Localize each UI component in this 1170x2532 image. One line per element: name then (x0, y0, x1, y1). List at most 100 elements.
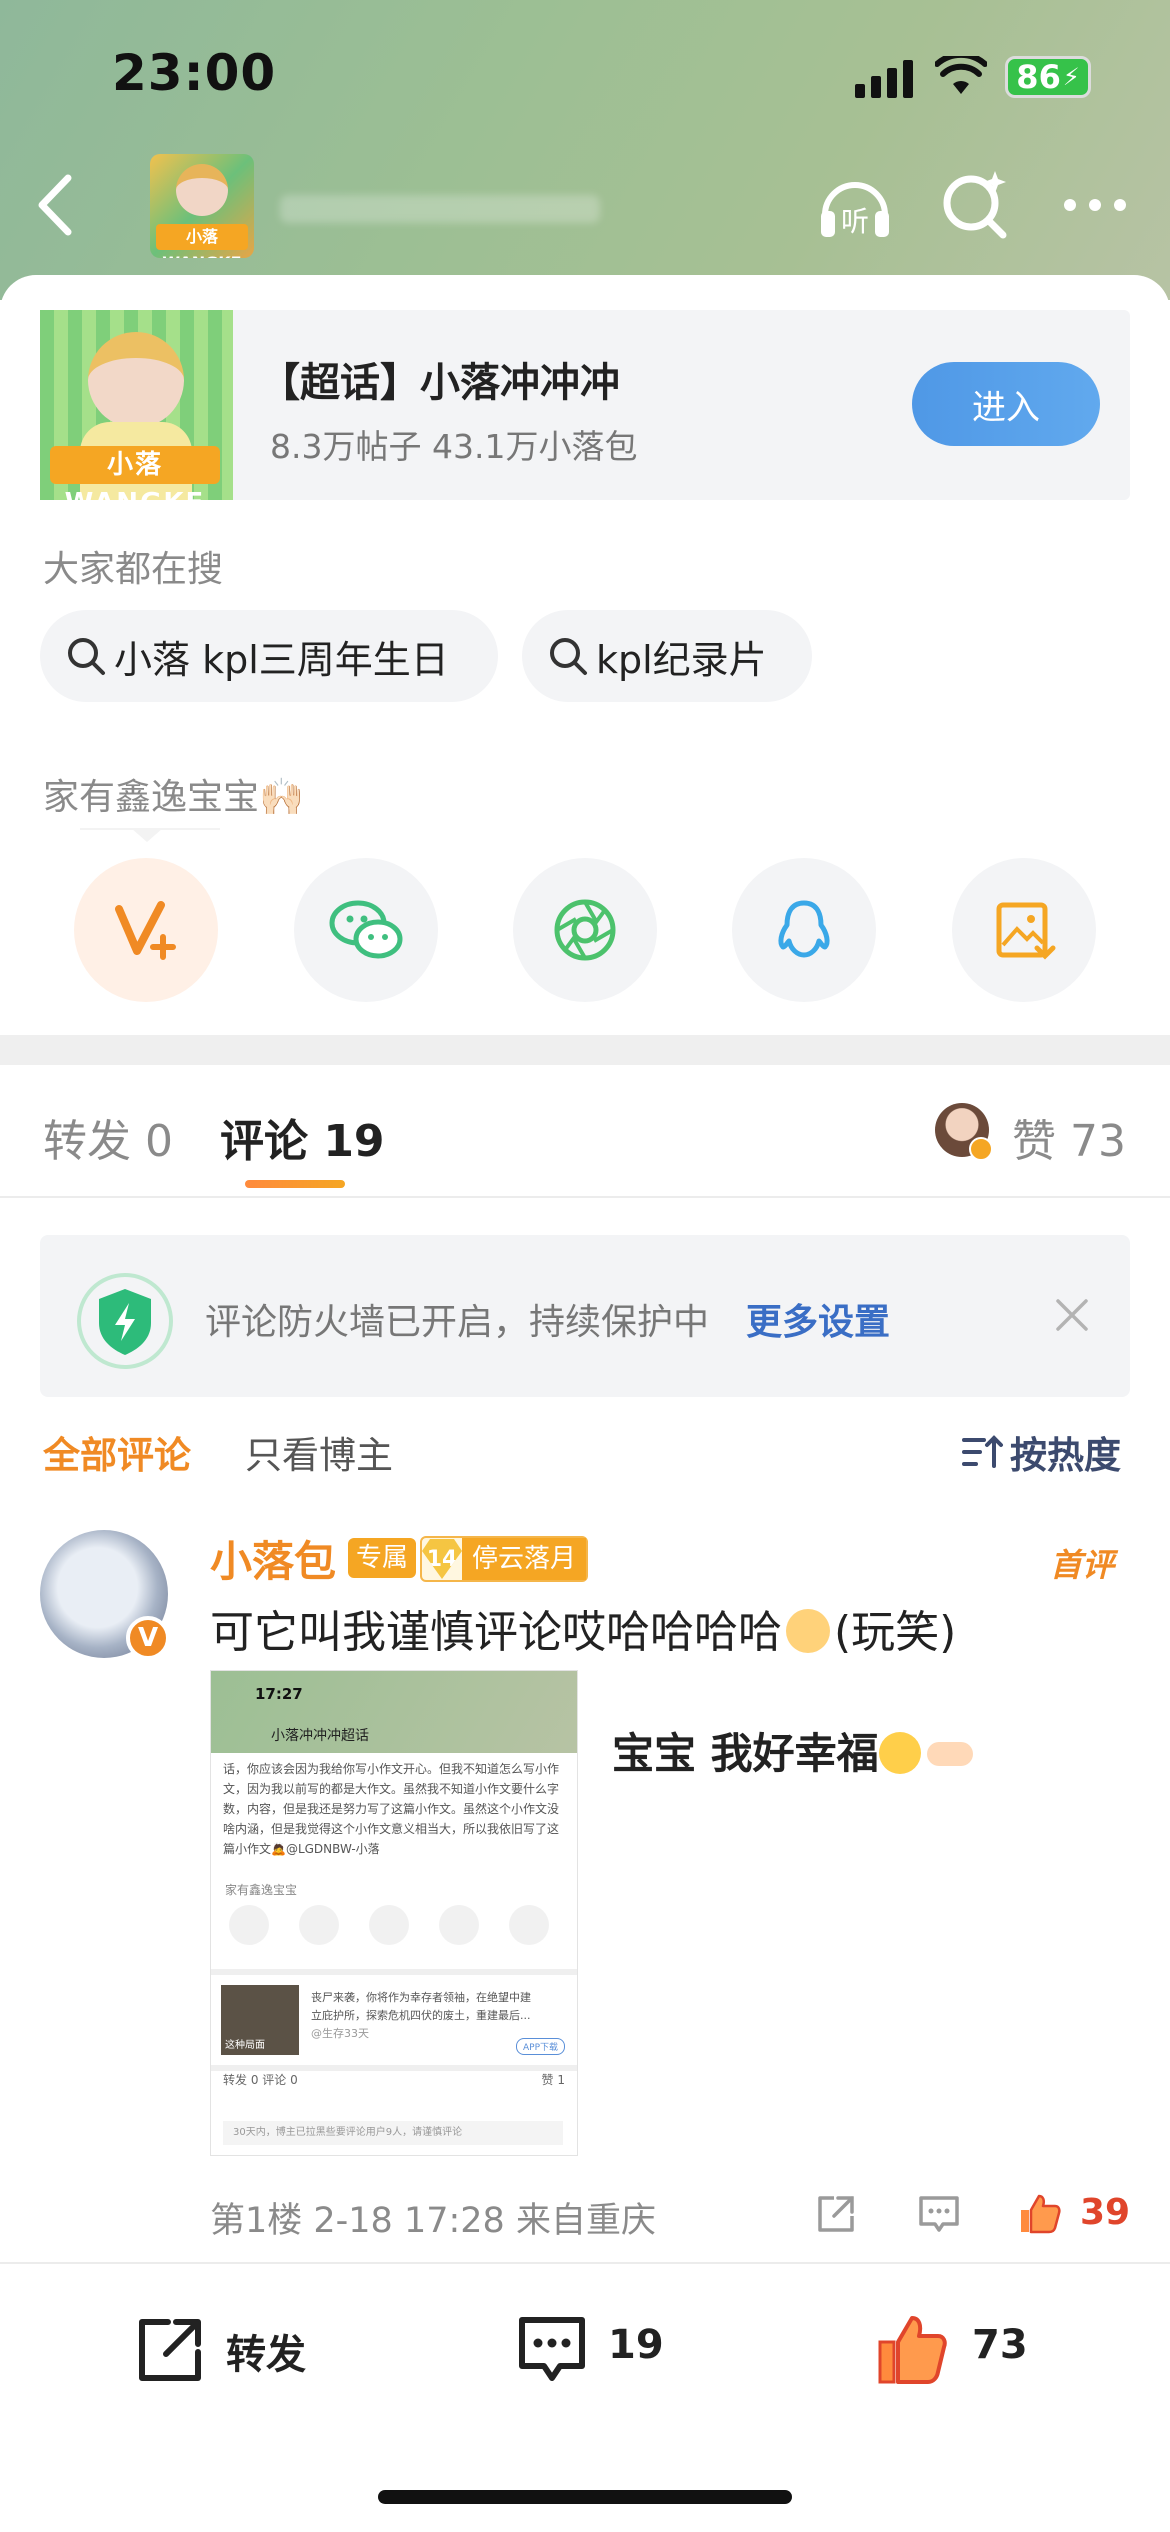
screenshot-ad-label: 这种局面 (225, 2040, 265, 2051)
share-qq-button[interactable] (732, 858, 876, 1002)
search-chip-label: kpl纪录片 (596, 637, 767, 682)
share-external-icon[interactable] (812, 2190, 860, 2238)
cellular-signal-icon (855, 60, 913, 98)
screenshot-share-icon (369, 1905, 409, 1945)
reply-icon[interactable] (915, 2190, 963, 2238)
search-icon (68, 638, 105, 675)
thumbs-up-icon[interactable] (1015, 2190, 1063, 2238)
screenshot-tabs: 转发 0 评论 0 (223, 2073, 298, 2087)
avatar-face (176, 164, 228, 216)
first-comment-badge: 首评 (1050, 1546, 1115, 1584)
screenshot-share-icon (229, 1905, 269, 1945)
supertopic-title: 【超话】小落冲冲冲 (260, 360, 620, 406)
screenshot-ad-text: 丧尸来袭，你将作为幸存者领袖，在绝望中建立庇护所，探索危机四伏的废土，重建最后.… (311, 1989, 531, 2043)
comment-firewall-banner: 评论防火墙已开启，持续保护中 更多设置 (40, 1235, 1130, 1397)
fan-group-badge[interactable]: 14 停云落月 (420, 1536, 589, 1582)
listen-label: 听 (841, 205, 869, 238)
pleading-face-emoji-icon (878, 1732, 921, 1774)
search-icon (550, 638, 587, 675)
moments-icon (554, 899, 616, 961)
filter-all-comments[interactable]: 全部评论 (43, 1425, 191, 1479)
screenshot-paragraph: 话，你应该会因为我给你写小作文开心。但我不知道怎么写小作文，因为我以前写的都是大… (223, 1762, 560, 1856)
close-icon[interactable] (1052, 1295, 1092, 1335)
screenshot-time: 17:27 (255, 1685, 303, 1703)
comment-text: 可它叫我谨慎评论哎哈哈哈哈 (玩笑) (210, 1596, 956, 1660)
nav-title-obscured (280, 195, 600, 223)
screenshot-header (211, 1671, 577, 1753)
repost-button[interactable]: 转发 (226, 2322, 306, 2380)
sort-label: 按热度 (1010, 1434, 1121, 1477)
comment-count-button[interactable]: 19 (608, 2322, 664, 2368)
active-tab-indicator (245, 1180, 345, 1188)
comment-text-main: 可它叫我谨慎评论哎哈哈哈哈 (210, 1607, 782, 1658)
repost-icon[interactable] (130, 2310, 210, 2390)
save-image-icon (996, 902, 1056, 960)
comment-text-suffix: (玩笑) (834, 1607, 957, 1658)
thumbs-up-icon[interactable] (872, 2310, 952, 2390)
more-settings-link[interactable]: 更多设置 (746, 1293, 890, 1345)
tooltip-pointer (131, 828, 163, 842)
commenter-avatar[interactable]: V (40, 1530, 170, 1660)
wifi-icon (935, 56, 987, 94)
cover-banner-text: 小落 WANGKE (50, 446, 220, 500)
fan-group-name: 停云落月 (462, 1538, 587, 1580)
share-group-label: 家有鑫逸宝宝🙌🏻 (43, 777, 304, 818)
commenter-name[interactable]: 小落包 (210, 1528, 336, 1589)
sort-by-hot-button[interactable]: 按热度 (960, 1425, 1121, 1479)
search-sparkle-icon[interactable] (935, 165, 1015, 245)
fan-level: 14 (422, 1539, 462, 1579)
tab-repost[interactable]: 转发 0 (43, 1105, 173, 1169)
wechat-icon (329, 900, 403, 959)
share-wechat-button[interactable] (294, 858, 438, 1002)
tab-like[interactable]: 赞 73 (1012, 1105, 1126, 1169)
screenshot-ad-sub: @生存33天 (311, 2027, 369, 2040)
comment-icon[interactable] (512, 2310, 592, 2390)
headphones-listen-icon[interactable]: 听 (815, 165, 895, 245)
screenshot-share-icon (299, 1905, 339, 1945)
supertopic-avatar[interactable]: 小落 WANGKE (150, 154, 254, 258)
search-chip-2[interactable]: kpl纪录片 (522, 610, 812, 702)
like-count-button[interactable]: 73 (972, 2322, 1028, 2368)
share-weibo-button[interactable] (74, 858, 218, 1002)
firewall-text: 评论防火墙已开启，持续保护中 (205, 1302, 710, 1343)
charging-bolt-icon: ⚡ (1062, 63, 1080, 91)
battery-indicator: 86 ⚡ (1005, 56, 1091, 98)
verified-badge: V (126, 1616, 170, 1660)
qq-icon (778, 900, 830, 958)
supertopic-stats: 8.3万帖子 43.1万小落包 (270, 427, 638, 466)
screenshot-share-icon (509, 1905, 549, 1945)
comment-side-text: 宝宝 我好幸福 (612, 1720, 973, 1781)
screenshot-like-tab: 赞 1 (541, 2073, 565, 2087)
search-chip-1[interactable]: 小落 kpl三周年生日 (40, 610, 498, 702)
trending-search-label: 大家都在搜 (43, 549, 224, 590)
comment-meta: 第1楼 2-18 17:28 来自重庆 (210, 2201, 656, 2241)
pointing-hand-emoji-icon (926, 1742, 973, 1766)
tab-separator (0, 1196, 1170, 1198)
shield-icon (77, 1273, 173, 1369)
exclusive-tag: 专属 (348, 1538, 417, 1578)
screenshot-ad: 这种局面 丧尸来袭，你将作为幸存者领袖，在绝望中建立庇护所，探索危机四伏的废土，… (211, 1969, 577, 2071)
weibo-v-plus-icon (115, 901, 176, 960)
home-indicator (378, 2490, 792, 2504)
search-chip-label: 小落 kpl三周年生日 (114, 637, 449, 682)
screenshot-title: 小落冲冲冲超话 (271, 1728, 369, 1744)
screenshot-ad-image: 这种局面 (221, 1985, 299, 2055)
supertopic-cover-image: 小落 WANGKE (40, 310, 233, 500)
save-image-button[interactable] (952, 858, 1096, 1002)
status-time: 23:00 (112, 44, 277, 102)
tab-comment[interactable]: 评论 19 (220, 1105, 385, 1169)
more-dots-icon[interactable] (1060, 185, 1130, 225)
comment-like-count: 39 (1080, 2192, 1131, 2233)
enter-button[interactable]: 进入 (912, 362, 1100, 446)
supertopic-card[interactable]: 小落 WANGKE 【超话】小落冲冲冲 8.3万帖子 43.1万小落包 进入 (40, 310, 1130, 500)
comment-image-screenshot[interactable]: 17:27 小落冲冲冲超话 话，你应该会因为我给你写小作文开心。但我不知道怎么写… (210, 1670, 578, 2156)
liker-avatar[interactable] (935, 1103, 993, 1161)
sort-icon (962, 1435, 1003, 1468)
avatar-banner-text: 小落 WANGKE (156, 224, 248, 258)
share-moments-button[interactable] (513, 858, 657, 1002)
filter-owner-only[interactable]: 只看博主 (245, 1425, 393, 1479)
screenshot-ad-body: 丧尸来袭，你将作为幸存者领袖，在绝望中建立庇护所，探索危机四伏的废土，重建最后.… (311, 1991, 531, 2022)
chevron-left-icon[interactable] (30, 170, 80, 240)
screenshot-section-label: 家有鑫逸宝宝 (225, 1883, 298, 1897)
cover-face (88, 332, 184, 428)
